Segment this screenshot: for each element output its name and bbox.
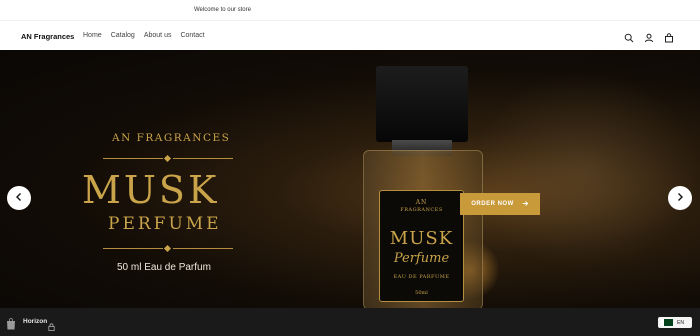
language-code: EN (677, 319, 684, 326)
order-now-button[interactable]: ORDER NOW (460, 193, 540, 215)
slideshow-prev-button[interactable] (7, 186, 31, 210)
account-icon[interactable] (644, 30, 654, 43)
nav-item-about-us[interactable]: About us (144, 32, 172, 39)
slideshow-next-button[interactable] (668, 186, 692, 210)
lock-icon (48, 318, 55, 331)
label-volume: 50ml (415, 290, 428, 296)
hero-subtitle: PERFUME (108, 214, 222, 234)
header-icons (624, 30, 674, 43)
announcement-bar: Welcome to our store (0, 0, 700, 20)
diamond-ornament (163, 244, 172, 253)
hero-brand: AN FRAGRANCES (112, 132, 231, 144)
shopify-bag-icon (6, 317, 16, 330)
nav-item-home[interactable]: Home (83, 32, 102, 39)
chevron-right-icon (675, 189, 685, 207)
label-musk: MUSK (389, 228, 454, 249)
hero-title: MUSK (82, 168, 220, 212)
nav-item-catalog[interactable]: Catalog (111, 32, 135, 39)
arrow-right-icon (522, 200, 529, 209)
cart-icon[interactable] (664, 30, 674, 43)
nav-item-contact[interactable]: Contact (180, 32, 204, 39)
site-header: AN Fragrances Home Catalog About us Cont… (0, 20, 700, 50)
divider-line (173, 158, 233, 159)
store-logo[interactable]: AN Fragrances (21, 32, 74, 41)
preview-bar (0, 308, 700, 336)
label-an: AN (415, 199, 428, 206)
bottle-label: AN FRAGRANCES MUSK Perfume EAU DE PARFUM… (379, 190, 464, 302)
bottle-cap (376, 66, 468, 142)
smoke-decoration (470, 70, 700, 270)
hero-banner: AN FRAGRANCES MUSK PERFUME 50 ml Eau de … (0, 50, 700, 308)
label-eau-de-parfume: EAU DE PARFUME (393, 274, 450, 280)
flag-icon (661, 319, 673, 326)
divider-line (103, 158, 163, 159)
theme-name: Horizon (23, 318, 48, 325)
divider-line (173, 248, 233, 249)
main-nav: Home Catalog About us Contact (83, 32, 205, 39)
label-perfume: Perfume (393, 251, 450, 266)
announcement-text: Welcome to our store (194, 7, 251, 13)
diamond-ornament (163, 154, 172, 163)
label-fragrances: FRAGRANCES (400, 207, 443, 213)
language-selector[interactable]: EN (658, 317, 692, 328)
search-icon[interactable] (624, 30, 634, 43)
hero-volume: 50 ml Eau de Parfum (117, 262, 211, 273)
divider-line (103, 248, 163, 249)
chevron-left-icon (14, 189, 24, 207)
order-now-label: ORDER NOW (471, 201, 514, 207)
